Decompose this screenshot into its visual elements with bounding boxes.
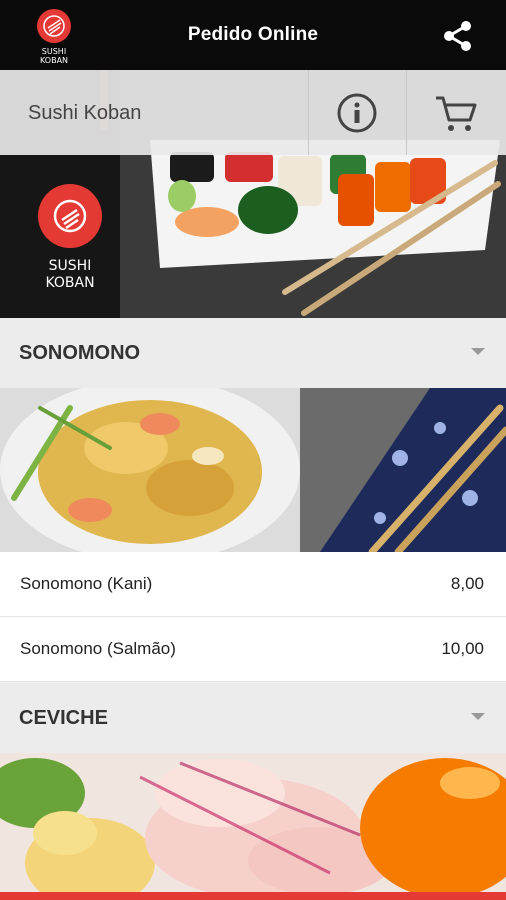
app-bar: SUSHI KOBAN Pedido Online: [0, 0, 506, 70]
cart-icon[interactable]: [434, 94, 478, 134]
brand-logo-text-2: KOBAN: [45, 275, 94, 291]
item-name: Sonomono (Salmão): [20, 639, 176, 658]
divider: [308, 70, 309, 155]
item-price: 8,00: [450, 574, 484, 593]
page-title: Pedido Online: [187, 24, 319, 45]
store-header: Sushi Koban SUSHI KOBAN: [0, 70, 506, 318]
app-logo-text-2: KOBAN: [40, 56, 68, 65]
category-header-ceviche[interactable]: CEVICHE: [0, 683, 506, 754]
list-item[interactable]: Sonomono (Salmão) 10,00: [0, 617, 506, 682]
category-title: CEVICHE: [19, 707, 108, 729]
brand-logo-text-1: SUSHI: [49, 258, 92, 274]
category-header-sonomono[interactable]: SONOMONO: [0, 318, 506, 389]
category-image: [0, 753, 506, 892]
info-icon[interactable]: [336, 92, 378, 134]
category-image: [0, 388, 506, 552]
divider: [406, 70, 407, 155]
item-price: 10,00: [441, 639, 484, 658]
list-item[interactable]: Sonomono (Kani) 8,00: [0, 552, 506, 617]
item-name: Sonomono (Kani): [20, 574, 153, 593]
share-icon[interactable]: [440, 18, 476, 54]
chevron-down-icon: [471, 348, 485, 355]
brand-logo: SUSHI KOBAN: [38, 184, 102, 291]
app-logo-text-1: SUSHI: [42, 47, 66, 56]
store-name: Sushi Koban: [28, 102, 142, 124]
chevron-down-icon: [471, 713, 485, 720]
category-title: SONOMONO: [19, 342, 141, 364]
bottom-accent-bar: [0, 892, 506, 900]
